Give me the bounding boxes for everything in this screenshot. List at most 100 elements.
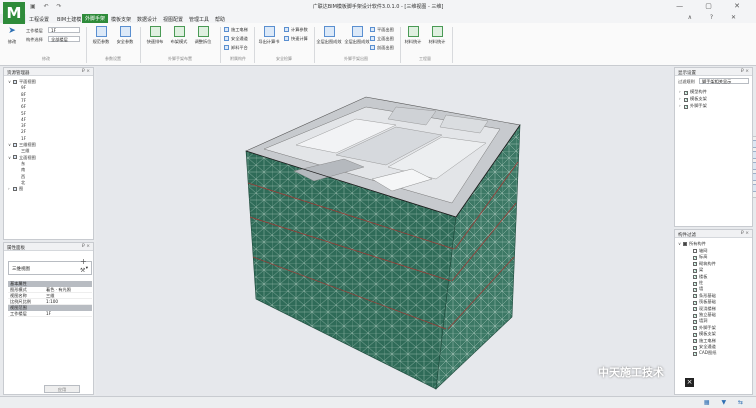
checkbox[interactable]: ✓ [693,345,697,350]
filter-item[interactable]: ✓ 砌筑构件 [693,261,716,267]
safety-params-label: 安全参数 [116,39,134,44]
panel-pin-close-icon[interactable]: ₽ × [741,69,749,74]
checkbox[interactable]: ✓ [693,281,697,286]
checkbox[interactable]: ✓ [693,313,697,318]
filter-item[interactable]: ✓ 现浇楼梯 [693,306,716,312]
panel-pin-close-icon[interactable]: ₽ × [82,69,90,74]
tree-item[interactable]: 东 [16,161,25,167]
generate-drawing-button[interactable]: 全层出图成效 [316,26,342,45]
filter-item[interactable]: ✓ 梁 [693,267,703,273]
filter-item[interactable]: ✓ 条形基础 [693,293,716,299]
checkbox[interactable]: ✓ [693,319,697,324]
tree-item[interactable]: › 图 [8,186,23,192]
work-floor-select[interactable]: 1F [48,27,80,33]
safety-params-button[interactable]: 安全参数 [114,26,136,45]
tree-item[interactable]: 1F [16,136,26,141]
quick-calc-button[interactable]: 快速计算 [284,36,308,42]
checkbox[interactable] [683,241,687,246]
modify-button[interactable]: ➤ 修改 [4,26,20,45]
safety-passage-button[interactable]: 安全通道 [224,36,248,42]
checkbox[interactable]: ✓ [684,90,688,95]
material-stats2-label: 材料统计 [428,39,446,44]
checkbox[interactable]: ✓ [693,268,697,273]
layout-mode-button[interactable]: 布架模式 [168,26,190,45]
checkbox[interactable]: ✓ [693,300,697,305]
checkbox[interactable]: ✓ [693,287,697,292]
display-tree-item[interactable]: › ✓ 模板支架 [679,96,707,102]
panel-pin-close-icon[interactable]: ₽ × [82,244,90,249]
checkbox[interactable]: ✓ [693,275,697,280]
status-icons[interactable]: ▦ ▼ ⇆ [704,399,748,406]
layout-mode-label: 布架模式 [170,39,188,44]
checkbox[interactable]: ✓ [693,307,697,312]
edit-type-icon[interactable]: ⚒ [80,267,85,274]
filter-item[interactable]: ✓ 标高 [693,254,707,260]
unloading-platform-button[interactable]: 卸料平台 [224,45,248,51]
building-scaffold-model [245,96,521,390]
tab-2[interactable]: 外脚手架 [82,14,109,23]
apply-button[interactable]: 应用 [44,385,80,393]
tree-item[interactable]: 8F [16,92,26,97]
checkbox[interactable]: ✓ [693,326,697,331]
elevation-drawing-button[interactable]: 立面出图 [370,36,394,42]
tree-item[interactable]: ∨ 立面视图 [8,155,36,161]
filter-item[interactable]: ✓ 施工电梯 [693,338,716,344]
3d-viewport[interactable] [96,67,756,396]
window-controls[interactable]: — ▢ ✕ [676,2,750,10]
help-icons[interactable]: ∧ ? ✕ [688,14,744,21]
generate-section-button[interactable]: 全层出图成效 [344,26,370,45]
construction-elevator-button[interactable]: 施工电梯 [224,27,248,33]
filter-root[interactable]: ∨ 所有构件 [678,241,706,247]
filter-item[interactable]: ✓ 模板支架 [693,331,716,337]
material-stats-button[interactable]: 材料统计 [402,26,424,45]
quick-layout-button[interactable]: 快速排布 [144,26,166,45]
tree-item[interactable]: ∨ 平面视图 [8,79,36,85]
display-tree-item[interactable]: › ✓ 模型构件 [679,89,707,95]
filter-item[interactable]: ✓ 墙洞 [693,318,707,324]
filter-item[interactable]: ✓ 筏板基础 [693,299,716,305]
filter-item[interactable]: ✓ 墙 [693,286,703,292]
passage-icon [224,36,229,41]
display-tree-item[interactable]: › ✓ 外脚手架 [679,103,707,109]
tree-item[interactable]: 北 [16,180,25,186]
filter-item[interactable]: ✓ CAD图纸 [693,350,716,356]
filter-rule-select[interactable]: 脚手架相关显示 [699,78,749,84]
checkbox[interactable]: ✓ [693,262,697,267]
checkbox[interactable]: ✓ [693,332,697,337]
tree-item[interactable]: 9F [16,85,26,90]
checkbox[interactable]: ✓ [684,104,688,109]
tree-item[interactable]: 3F [16,123,26,128]
calc-params-button[interactable]: 计算参数 [284,27,308,33]
adjust-split-button[interactable]: 调整拆位 [192,26,214,45]
add-icon[interactable]: + [80,257,87,266]
checkbox[interactable]: ✓ [693,294,697,299]
component-select[interactable]: 全部楼层 [48,36,80,42]
filter-item[interactable]: ✓ 外脚手架 [693,325,716,331]
tree-item[interactable]: 4F [16,117,26,122]
checkbox[interactable]: ✓ [684,97,688,102]
checkbox[interactable]: ✓ [693,351,697,356]
panel-pin-close-icon[interactable]: ₽ × [741,231,749,236]
tree-item[interactable]: 6F [16,104,26,109]
filter-item-label: 现浇楼梯 [699,305,716,311]
tree-item[interactable]: 三维 [16,148,29,154]
tree-item[interactable]: 5F [16,111,26,116]
export-calc-button[interactable]: 导出计算书 [256,26,282,45]
checkbox[interactable]: ✓ [693,339,697,344]
construction-elevator-label: 施工电梯 [231,27,248,32]
tree-item[interactable]: 西 [16,174,25,180]
material-stats2-button[interactable]: 材料统计 [426,26,448,45]
property-row: 工作楼层 1F [8,311,92,317]
checkbox[interactable] [693,248,697,253]
platform-icon [224,45,229,50]
tree-item[interactable]: 南 [16,167,25,173]
spec-params-button[interactable]: 规范参数 [90,26,112,45]
checkbox[interactable]: ✓ [693,255,697,260]
section-drawing-button[interactable]: 剖面出图 [370,45,394,51]
tree-item[interactable]: 7F [16,98,26,103]
plan-drawing-button[interactable]: 平面出图 [370,27,394,33]
property-value[interactable]: 1F [46,311,51,317]
tree-item[interactable]: 2F [16,129,26,134]
close-icon[interactable]: × [685,378,694,387]
filter-item[interactable]: ✓ 楼板 [693,274,707,280]
